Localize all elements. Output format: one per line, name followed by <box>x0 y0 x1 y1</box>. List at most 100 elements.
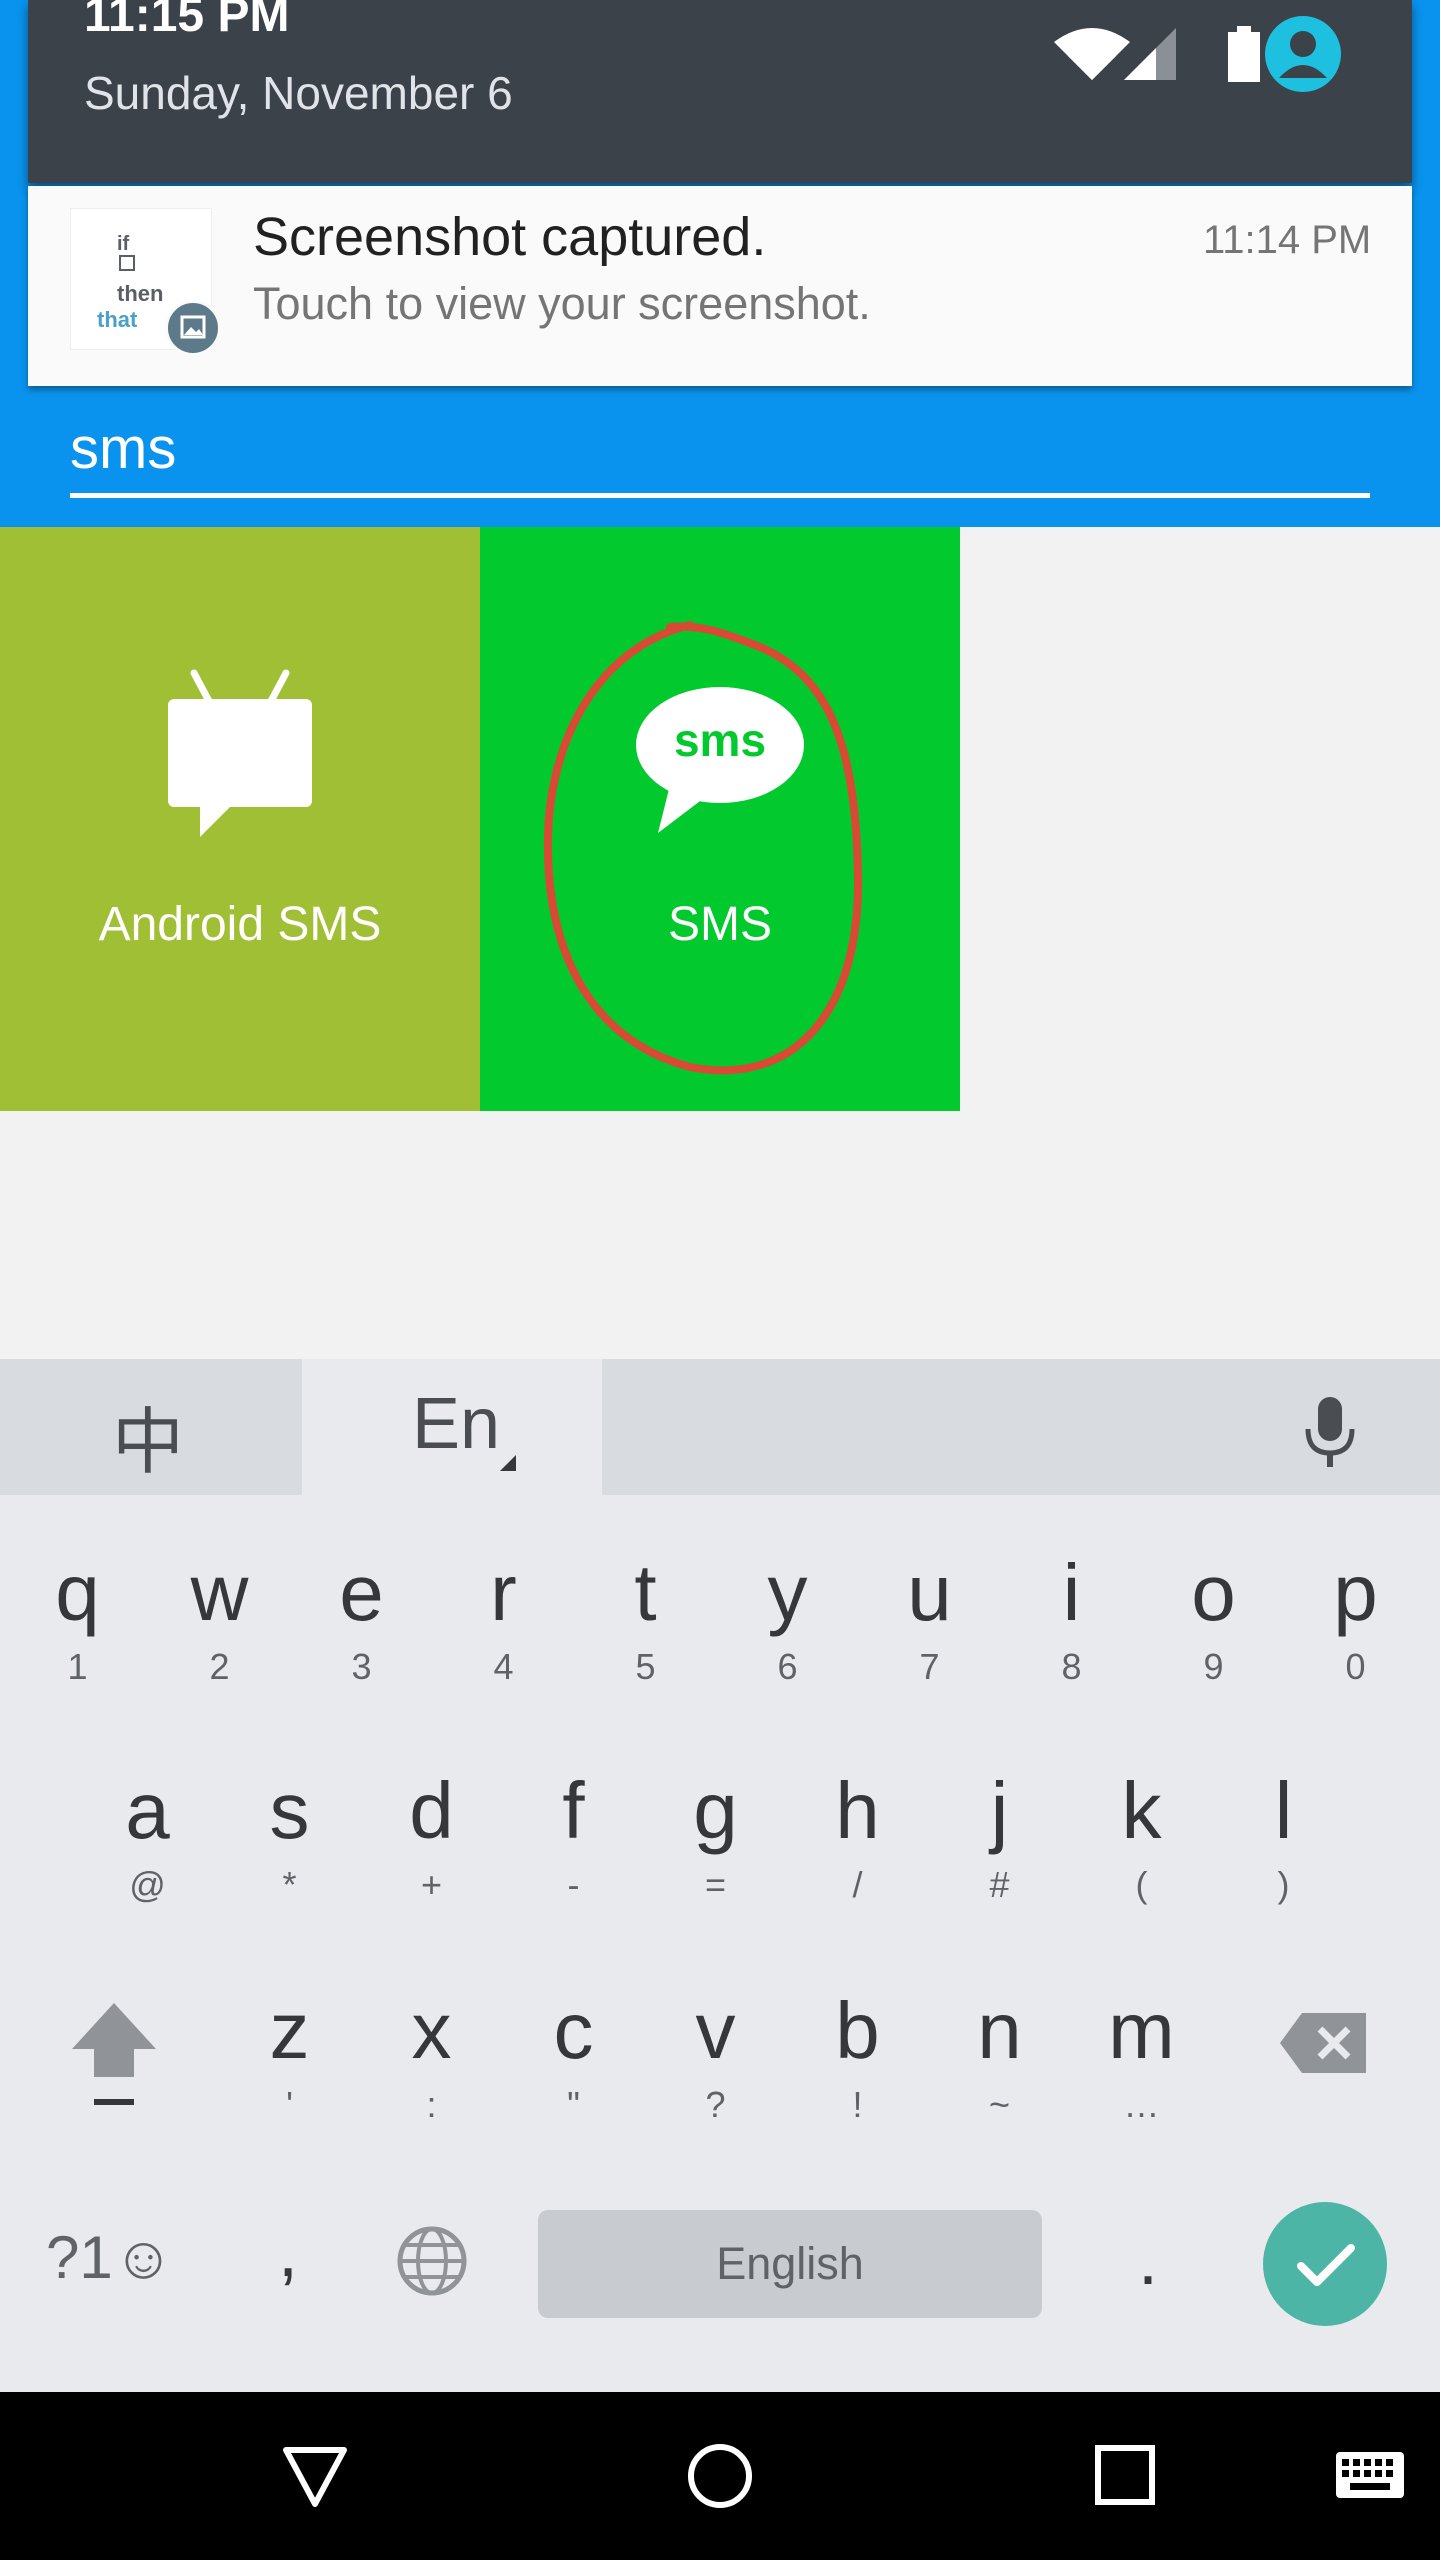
key-alt: + <box>420 1864 443 1905</box>
key-alt: = <box>704 1864 727 1905</box>
key-alt: ? <box>705 2084 726 2125</box>
shift-icon[interactable] <box>66 1999 162 2111</box>
key-alt: ( <box>1135 1864 1148 1905</box>
key-alt: 4 <box>493 1646 514 1687</box>
key-letter: j <box>990 1766 1009 1855</box>
search-input-underline <box>70 493 1370 498</box>
tile-android-sms[interactable]: Android SMS <box>0 527 480 1111</box>
key-letter: f <box>562 1766 585 1855</box>
key-q[interactable]: q1 <box>6 1545 149 1735</box>
key-d[interactable]: d + <box>360 1763 503 1953</box>
key-k[interactable]: k( <box>1070 1763 1213 1953</box>
key-s[interactable]: s * <box>218 1763 361 1953</box>
symbols-emoji-key[interactable]: ?1☺ <box>46 2223 174 2292</box>
recents-icon[interactable] <box>1094 2444 1156 2506</box>
key-f[interactable]: f- <box>502 1763 645 1953</box>
battery-icon <box>1228 26 1260 82</box>
key-alt: @ <box>129 1864 166 1905</box>
key-letter: d <box>409 1766 454 1855</box>
done-button[interactable] <box>1263 2202 1387 2326</box>
key-v[interactable]: v? <box>644 1983 787 2173</box>
key-y[interactable]: y6 <box>716 1545 859 1735</box>
key-letter: y <box>767 1548 808 1637</box>
keyboard-switch-icon[interactable] <box>1334 2450 1406 2500</box>
back-icon[interactable] <box>280 2444 350 2510</box>
notification-shade-header: 11:15 PM Sunday, November 6 <box>28 0 1412 183</box>
key-alt: * <box>282 1864 297 1905</box>
key-letter: o <box>1191 1548 1236 1637</box>
logo-text-then: then <box>117 281 164 306</box>
notification-time: 11:14 PM <box>1203 218 1372 262</box>
key-letter: e <box>339 1548 384 1637</box>
key-alt: - <box>567 1864 580 1905</box>
key-alt: 8 <box>1061 1646 1082 1687</box>
key-letter: r <box>490 1548 517 1637</box>
tab-english[interactable]: En <box>412 1383 500 1465</box>
key-letter: h <box>835 1766 880 1855</box>
globe-icon[interactable] <box>394 2223 470 2299</box>
key-letter: z <box>269 1986 310 2075</box>
tile-label: Android SMS <box>98 898 382 951</box>
image-icon <box>165 300 221 356</box>
key-alt: 7 <box>919 1646 940 1687</box>
key-o[interactable]: o9 <box>1142 1545 1285 1735</box>
key-letter: g <box>693 1766 738 1855</box>
key-letter: w <box>190 1548 249 1637</box>
key-n[interactable]: n ~ <box>928 1983 1071 2173</box>
home-icon[interactable] <box>686 2442 754 2510</box>
shade-date[interactable]: Sunday, November 6 <box>84 66 513 120</box>
key-u[interactable]: u7 <box>858 1545 1001 1735</box>
key-letter: n <box>977 1986 1022 2075</box>
keyboard: 中 En q1 w2 e3 r4 t5 y6 u7 i8 o9 p0 a @ s *… <box>0 1359 1440 2392</box>
key-letter: a <box>125 1766 170 1855</box>
space-bar[interactable]: English <box>538 2210 1042 2318</box>
microphone-icon[interactable] <box>1300 1395 1360 1471</box>
key-alt: " <box>567 2084 580 2125</box>
key-letter: i <box>1062 1548 1081 1637</box>
checkmark-icon <box>1297 2244 1355 2286</box>
tile-sms[interactable]: sms SMS <box>480 527 960 1111</box>
key-alt: 5 <box>635 1646 656 1687</box>
key-a[interactable]: a @ <box>76 1763 219 1953</box>
key-h[interactable]: h / <box>786 1763 929 1953</box>
key-letter: q <box>55 1548 100 1637</box>
key-letter: m <box>1108 1986 1175 2075</box>
key-e[interactable]: e3 <box>290 1545 433 1735</box>
key-alt: ! <box>852 2084 863 2125</box>
key-l[interactable]: l) <box>1212 1763 1355 1953</box>
notification-body: Touch to view your screenshot. <box>253 278 871 329</box>
key-i[interactable]: i8 <box>1000 1545 1143 1735</box>
key-b[interactable]: b! <box>786 1983 929 2173</box>
search-input[interactable]: sms <box>70 415 176 482</box>
key-alt: / <box>852 1864 863 1905</box>
key-letter: l <box>1274 1766 1293 1855</box>
key-g[interactable]: g = <box>644 1763 787 1953</box>
key-j[interactable]: j # <box>928 1763 1071 1953</box>
key-z[interactable]: z ' <box>218 1983 361 2173</box>
period-key[interactable]: . <box>1138 2219 1158 2301</box>
key-w[interactable]: w2 <box>148 1545 291 1735</box>
keyboard-language-bar <box>0 1359 1440 1495</box>
key-r[interactable]: r4 <box>432 1545 575 1735</box>
key-letter: b <box>835 1986 880 2075</box>
key-letter: p <box>1333 1548 1378 1637</box>
key-c[interactable]: c " <box>502 1983 645 2173</box>
key-alt: # <box>989 1864 1010 1905</box>
key-m[interactable]: m… <box>1070 1983 1213 2173</box>
user-avatar[interactable] <box>1265 16 1341 92</box>
key-x[interactable]: x: <box>360 1983 503 2173</box>
key-t[interactable]: t5 <box>574 1545 717 1735</box>
key-alt: ) <box>1277 1864 1290 1905</box>
navigation-bar <box>0 2392 1440 2560</box>
key-p[interactable]: p0 <box>1284 1545 1427 1735</box>
key-alt: 0 <box>1345 1646 1366 1687</box>
tab-chinese[interactable]: 中 <box>112 1383 184 1488</box>
key-alt: … <box>1123 2084 1160 2125</box>
backspace-icon[interactable] <box>1278 2011 1370 2075</box>
logo-text-that: that <box>97 307 138 332</box>
language-dropdown-icon[interactable] <box>498 1453 518 1473</box>
comma-key[interactable]: , <box>278 2211 298 2293</box>
key-letter: k <box>1121 1766 1162 1855</box>
screenshot-notification[interactable]: if then that Screenshot captured. Touch … <box>28 186 1412 386</box>
key-letter: c <box>553 1986 594 2075</box>
